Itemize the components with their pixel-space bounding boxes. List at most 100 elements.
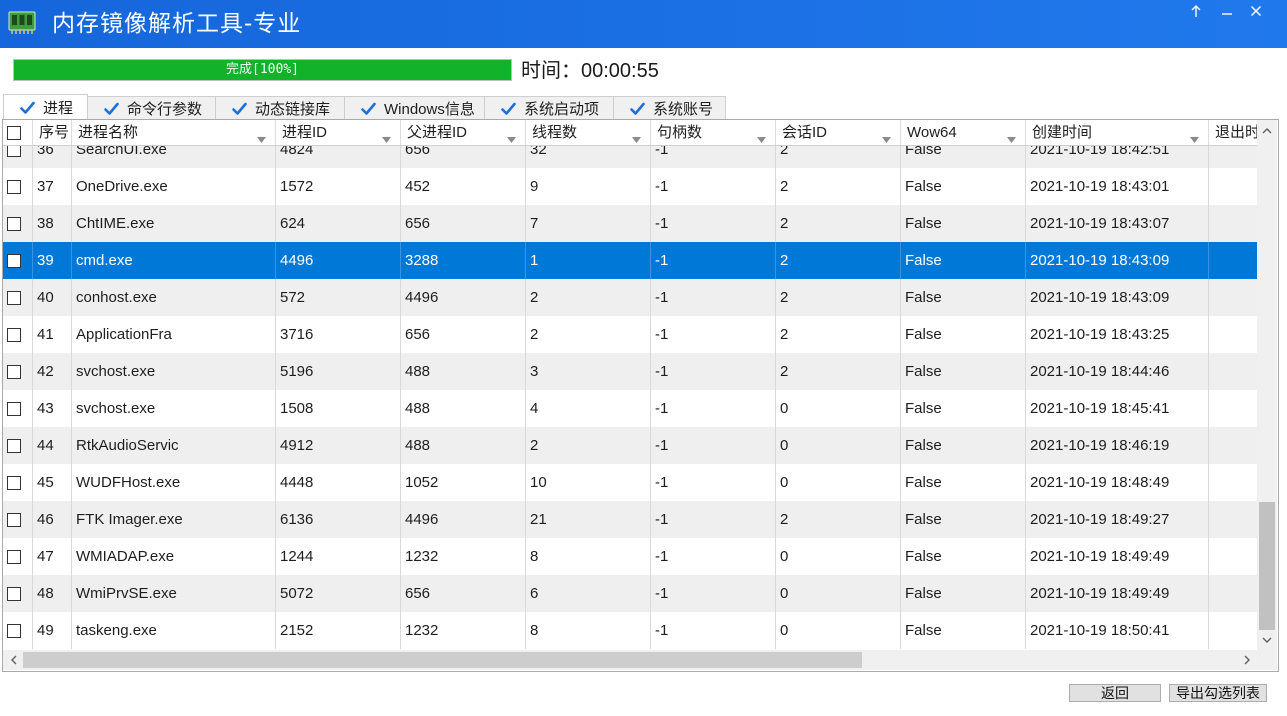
handle-count-cell[interactable]: -1: [651, 146, 776, 168]
session-id-cell[interactable]: 0: [776, 612, 901, 649]
filter-icon[interactable]: [882, 127, 891, 143]
parent-pid-cell[interactable]: 452: [401, 168, 526, 205]
table-row[interactable]: 36 SearchUI.exe 4824 656 32 -1 2 False 2021-10-1…: [3, 146, 1257, 168]
session-id-cell[interactable]: 0: [776, 538, 901, 575]
row-checkbox[interactable]: [7, 476, 21, 491]
pid-cell[interactable]: 572: [276, 279, 401, 316]
create-time-cell[interactable]: 2021-10-19 18:44:46: [1026, 353, 1209, 390]
exit-time-cell[interactable]: [1209, 279, 1257, 316]
process-name-cell[interactable]: ApplicationFra: [72, 316, 276, 353]
wow64-cell[interactable]: False: [901, 464, 1026, 501]
process-name-cell[interactable]: SearchUI.exe: [72, 146, 276, 168]
session-id-cell[interactable]: 2: [776, 205, 901, 242]
create-time-cell[interactable]: 2021-10-19 18:43:09: [1026, 279, 1209, 316]
handle-count-cell[interactable]: -1: [651, 427, 776, 464]
handle-count-cell[interactable]: -1: [651, 205, 776, 242]
pid-cell[interactable]: 6136: [276, 501, 401, 538]
thread-count-cell[interactable]: 2: [526, 279, 651, 316]
row-index-cell[interactable]: 42: [33, 353, 72, 390]
process-name-cell[interactable]: WmiPrvSE.exe: [72, 575, 276, 612]
table-row[interactable]: 42 svchost.exe 5196 488 3 -1 2 False 2021-10-19 …: [3, 353, 1257, 390]
row-index-cell[interactable]: 41: [33, 316, 72, 353]
column-header-exit-time[interactable]: 退出时: [1209, 120, 1257, 145]
session-id-cell[interactable]: 2: [776, 168, 901, 205]
thread-count-cell[interactable]: 7: [526, 205, 651, 242]
parent-pid-cell[interactable]: 488: [401, 390, 526, 427]
table-row[interactable]: 46 FTK Imager.exe 6136 4496 21 -1 2 False 2021-1…: [3, 501, 1257, 538]
parent-pid-cell[interactable]: 656: [401, 575, 526, 612]
row-index-cell[interactable]: 48: [33, 575, 72, 612]
process-name-cell[interactable]: ChtIME.exe: [72, 205, 276, 242]
create-time-cell[interactable]: 2021-10-19 18:43:25: [1026, 316, 1209, 353]
row-index-cell[interactable]: 37: [33, 168, 72, 205]
title-bar[interactable]: 内存镜像解析工具-专业: [0, 0, 1287, 48]
tab-dlls[interactable]: 动态链接库: [215, 96, 345, 120]
thread-count-cell[interactable]: 4: [526, 390, 651, 427]
wow64-cell[interactable]: False: [901, 168, 1026, 205]
session-id-cell[interactable]: 0: [776, 464, 901, 501]
tab-startup-items[interactable]: 系统启动项: [484, 96, 614, 120]
wow64-cell[interactable]: False: [901, 390, 1026, 427]
parent-pid-cell[interactable]: 656: [401, 146, 526, 168]
session-id-cell[interactable]: 2: [776, 501, 901, 538]
row-checkbox[interactable]: [7, 328, 21, 343]
table-row[interactable]: 48 WmiPrvSE.exe 5072 656 6 -1 0 False 2021-10-19…: [3, 575, 1257, 612]
pid-cell[interactable]: 1572: [276, 168, 401, 205]
create-time-cell[interactable]: 2021-10-19 18:48:49: [1026, 464, 1209, 501]
parent-pid-cell[interactable]: 488: [401, 353, 526, 390]
exit-time-cell[interactable]: [1209, 353, 1257, 390]
row-index-cell[interactable]: 43: [33, 390, 72, 427]
row-index-cell[interactable]: 39: [33, 242, 72, 279]
scroll-right-button[interactable]: [1237, 650, 1257, 670]
row-checkbox[interactable]: [7, 587, 21, 602]
create-time-cell[interactable]: 2021-10-19 18:50:41: [1026, 612, 1209, 649]
wow64-cell[interactable]: False: [901, 353, 1026, 390]
scroll-down-button[interactable]: [1257, 630, 1277, 650]
process-name-cell[interactable]: RtkAudioServic: [72, 427, 276, 464]
pid-cell[interactable]: 1244: [276, 538, 401, 575]
thread-count-cell[interactable]: 10: [526, 464, 651, 501]
thread-count-cell[interactable]: 21: [526, 501, 651, 538]
exit-time-cell[interactable]: [1209, 390, 1257, 427]
wow64-cell[interactable]: False: [901, 501, 1026, 538]
row-checkbox[interactable]: [7, 146, 21, 158]
column-header-index[interactable]: 序号: [33, 120, 72, 145]
session-id-cell[interactable]: 0: [776, 575, 901, 612]
process-name-cell[interactable]: taskeng.exe: [72, 612, 276, 649]
wow64-cell[interactable]: False: [901, 205, 1026, 242]
exit-time-cell[interactable]: [1209, 146, 1257, 168]
row-index-cell[interactable]: 45: [33, 464, 72, 501]
handle-count-cell[interactable]: -1: [651, 390, 776, 427]
parent-pid-cell[interactable]: 4496: [401, 501, 526, 538]
horizontal-scroll-thumb[interactable]: [23, 652, 862, 668]
row-index-cell[interactable]: 36: [33, 146, 72, 168]
tab-system-accounts[interactable]: 系统账号: [613, 96, 726, 120]
back-button[interactable]: 返回: [1069, 684, 1161, 702]
column-header-parent-pid[interactable]: 父进程ID: [401, 120, 526, 145]
filter-icon[interactable]: [507, 127, 516, 143]
column-header-threads[interactable]: 线程数: [526, 120, 651, 145]
process-name-cell[interactable]: OneDrive.exe: [72, 168, 276, 205]
handle-count-cell[interactable]: -1: [651, 279, 776, 316]
thread-count-cell[interactable]: 2: [526, 427, 651, 464]
row-checkbox[interactable]: [7, 513, 21, 528]
handle-count-cell[interactable]: -1: [651, 501, 776, 538]
handle-count-cell[interactable]: -1: [651, 168, 776, 205]
thread-count-cell[interactable]: 2: [526, 316, 651, 353]
horizontal-scrollbar[interactable]: [3, 650, 1257, 670]
row-index-cell[interactable]: 38: [33, 205, 72, 242]
parent-pid-cell[interactable]: 656: [401, 316, 526, 353]
wow64-cell[interactable]: False: [901, 538, 1026, 575]
table-body[interactable]: 36 SearchUI.exe 4824 656 32 -1 2 False 2021-10-1…: [3, 146, 1257, 650]
wow64-cell[interactable]: False: [901, 316, 1026, 353]
process-name-cell[interactable]: WUDFHost.exe: [72, 464, 276, 501]
scroll-left-button[interactable]: [3, 650, 23, 670]
parent-pid-cell[interactable]: 656: [401, 205, 526, 242]
pid-cell[interactable]: 5196: [276, 353, 401, 390]
session-id-cell[interactable]: 2: [776, 316, 901, 353]
exit-time-cell[interactable]: [1209, 538, 1257, 575]
filter-icon[interactable]: [1190, 127, 1199, 143]
table-row[interactable]: 38 ChtIME.exe 624 656 7 -1 2 False 2021-10-19 18…: [3, 205, 1257, 242]
wow64-cell[interactable]: False: [901, 279, 1026, 316]
select-all-checkbox[interactable]: [7, 126, 21, 141]
